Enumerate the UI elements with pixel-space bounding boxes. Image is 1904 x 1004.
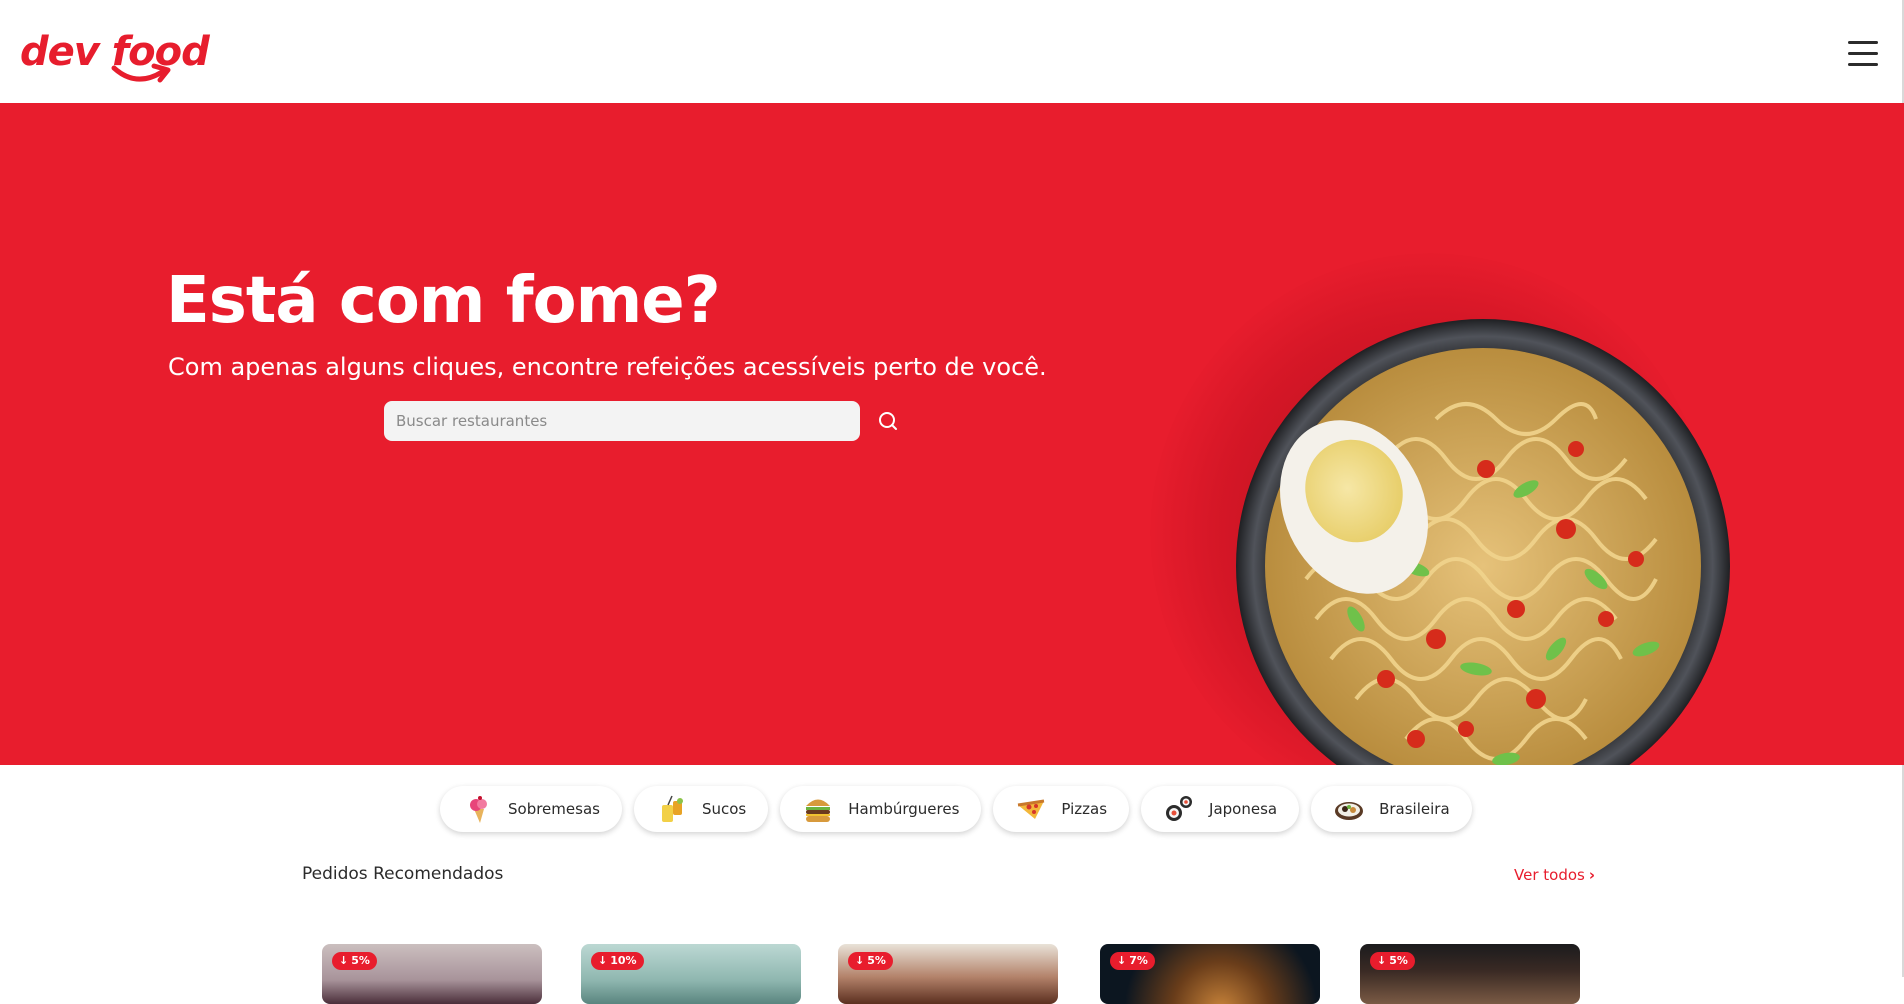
hero-subtitle: Com apenas alguns cliques, encontre refe… xyxy=(168,353,1047,381)
search-icon[interactable] xyxy=(876,409,900,433)
ice-cream-icon xyxy=(470,796,487,823)
brazilian-dish-icon xyxy=(1335,802,1364,820)
product-card[interactable]: ↓ 5% xyxy=(322,944,542,1004)
product-card[interactable]: ↓ 7% xyxy=(1100,944,1320,1004)
product-card[interactable]: ↓ 5% xyxy=(838,944,1058,1004)
noodle-bowl-image xyxy=(1236,319,1730,765)
arrow-down-icon: ↓ xyxy=(855,954,865,967)
discount-badge: ↓ 5% xyxy=(1370,952,1415,970)
discount-value: 10% xyxy=(610,954,637,967)
category-japonesa[interactable]: Japonesa xyxy=(1141,786,1300,832)
site-header: dev food xyxy=(0,0,1904,103)
arrow-down-icon: ↓ xyxy=(1117,954,1127,967)
recommended-title: Pedidos Recomendados xyxy=(302,864,504,884)
see-all-link[interactable]: Ver todos › xyxy=(1514,866,1595,884)
category-pizzas[interactable]: Pizzas xyxy=(993,786,1130,832)
category-sucos[interactable]: Sucos xyxy=(633,786,769,832)
category-label: Brasileira xyxy=(1379,800,1450,818)
hamburger-menu-icon[interactable] xyxy=(1848,41,1878,67)
discount-value: 7% xyxy=(1129,954,1148,967)
discount-value: 5% xyxy=(867,954,886,967)
category-sobremesas[interactable]: Sobremesas xyxy=(440,786,622,832)
category-label: Hambúrgueres xyxy=(848,800,960,818)
discount-badge: ↓ 5% xyxy=(848,952,893,970)
product-card[interactable]: ↓ 5% xyxy=(1360,944,1580,1004)
category-label: Sobremesas xyxy=(508,800,600,818)
sushi-icon xyxy=(1166,796,1193,821)
chevron-right-icon: › xyxy=(1588,866,1596,884)
discount-badge: ↓ 10% xyxy=(591,952,644,970)
category-label: Japonesa xyxy=(1209,800,1278,818)
category-label: Pizzas xyxy=(1061,800,1108,818)
category-hamburgueres[interactable]: Hambúrgueres xyxy=(780,786,982,832)
category-brasileira[interactable]: Brasileira xyxy=(1311,786,1472,832)
discount-value: 5% xyxy=(351,954,370,967)
discount-value: 5% xyxy=(1389,954,1408,967)
category-label: Sucos xyxy=(701,800,747,818)
arrow-down-icon: ↓ xyxy=(339,954,349,967)
search-input[interactable] xyxy=(384,401,860,441)
pizza-icon xyxy=(1018,799,1045,819)
burger-icon xyxy=(806,799,831,822)
juice-icon xyxy=(661,795,683,822)
discount-badge: ↓ 5% xyxy=(332,952,377,970)
hero-banner: Está com fome? Com apenas alguns cliques… xyxy=(0,103,1904,765)
see-all-label: Ver todos xyxy=(1514,866,1585,884)
dev-food-logo[interactable]: dev food xyxy=(20,28,210,90)
arrow-down-icon: ↓ xyxy=(598,954,608,967)
discount-badge: ↓ 7% xyxy=(1110,952,1155,970)
product-card[interactable]: ↓ 10% xyxy=(581,944,801,1004)
category-list: Sobremesas Sucos Hambúrgueres Pizzas Jap… xyxy=(440,786,1472,832)
hero-title: Está com fome? xyxy=(166,264,721,338)
logo-smile-arrow-icon xyxy=(111,63,171,83)
arrow-down-icon: ↓ xyxy=(1377,954,1387,967)
